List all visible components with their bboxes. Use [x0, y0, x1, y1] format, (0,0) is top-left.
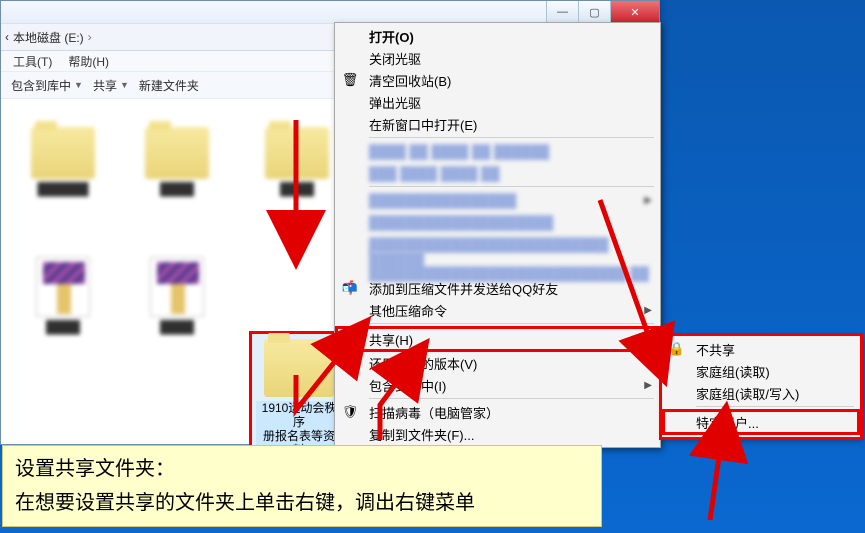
- menu-tools[interactable]: 工具(T): [13, 53, 52, 70]
- folder-icon: [264, 339, 334, 397]
- chevron-down-icon: ▼: [74, 80, 83, 90]
- folder-item[interactable]: ████: [129, 127, 225, 196]
- menu-help[interactable]: 帮助(H): [68, 53, 109, 70]
- breadcrumb-disk[interactable]: 本地磁盘 (E:): [13, 29, 84, 46]
- separator: [696, 406, 854, 407]
- ctx-share[interactable]: 共享(H)▶: [335, 326, 660, 352]
- annotation-line2: 在想要设置共享的文件夹上单击右键，调出右键菜单: [15, 486, 589, 520]
- lock-icon: 🔒: [669, 341, 685, 357]
- ctx-empty-bin[interactable]: 🗑 清空回收站(B): [335, 69, 660, 91]
- chevron-right-icon: ›: [88, 30, 92, 44]
- ctx-blur-2[interactable]: ███ ████ ████ ██: [335, 162, 660, 184]
- context-menu[interactable]: 打开(O) 关闭光驱 🗑 清空回收站(B) 弹出光驱 在新窗口中打开(E) ██…: [334, 22, 661, 448]
- ctx-eject[interactable]: 弹出光驱: [335, 91, 660, 113]
- archive-item[interactable]: ████: [129, 257, 225, 334]
- ctx-new-window[interactable]: 在新窗口中打开(E): [335, 113, 660, 135]
- new-folder-button[interactable]: 新建文件夹: [139, 77, 199, 94]
- chevron-down-icon: ▼: [120, 80, 129, 90]
- ctx-blur-1[interactable]: ████ ██ ████ ██ ██████: [335, 140, 660, 162]
- minimize-button[interactable]: —: [546, 1, 578, 23]
- folder-icon: [265, 127, 329, 179]
- share-submenu[interactable]: 🔒 不共享 家庭组(读取) 家庭组(读取/写入) 特定用户...: [661, 335, 861, 438]
- archive-item[interactable]: ████: [15, 257, 111, 334]
- folder-icon: [145, 127, 209, 179]
- shield-icon: 🛡: [342, 404, 358, 420]
- folder-item[interactable]: ████: [249, 127, 345, 196]
- ctx-blur-4[interactable]: ████████████████████: [335, 211, 660, 233]
- ctx-open[interactable]: 打开(O): [335, 25, 660, 47]
- window-controls: — ▢ ✕: [546, 1, 659, 23]
- breadcrumb[interactable]: ‹ 本地磁盘 (E:) ›: [5, 29, 92, 46]
- folder-item[interactable]: ██████: [15, 127, 111, 196]
- ctx-other-zip[interactable]: 其他压缩命令▶: [335, 299, 660, 321]
- ctx-copy-to[interactable]: 复制到文件夹(F)...: [335, 423, 660, 445]
- qq-mail-icon: 📬: [342, 280, 358, 296]
- sub-noshare[interactable]: 🔒 不共享: [662, 338, 860, 360]
- share-button[interactable]: 共享▼: [93, 77, 129, 94]
- annotation-box: 设置共享文件夹： 在想要设置共享的文件夹上单击右键，调出右键菜单: [2, 445, 602, 527]
- chevron-right-icon: ▶: [644, 380, 652, 391]
- ctx-restore[interactable]: 还原以前的版本(V): [335, 352, 660, 374]
- separator: [369, 137, 654, 138]
- separator: [369, 323, 654, 324]
- ctx-blur-3[interactable]: ████████████████ ▶: [335, 189, 660, 211]
- ctx-scan[interactable]: 🛡 扫描病毒（电脑管家）: [335, 401, 660, 423]
- include-library-button[interactable]: 包含到库中▼: [11, 77, 83, 94]
- sub-hg-rw[interactable]: 家庭组(读取/写入): [662, 382, 860, 404]
- maximize-button[interactable]: ▢: [578, 1, 610, 23]
- ctx-qq-zip[interactable]: 📬 添加到压缩文件并发送给QQ好友: [335, 277, 660, 299]
- folder-icon: [31, 127, 95, 179]
- ctx-blur-6[interactable]: ██████ ████████████████████████████ ██: [335, 255, 660, 277]
- recycle-bin-icon: 🗑: [342, 72, 358, 88]
- titlebar: — ▢ ✕: [1, 1, 659, 23]
- back-arrow-icon[interactable]: ‹: [5, 30, 9, 44]
- archive-icon: [36, 257, 90, 317]
- separator: [369, 398, 654, 399]
- sub-specific-user[interactable]: 特定用户...: [662, 409, 860, 435]
- chevron-right-icon: ▶: [644, 305, 652, 316]
- chevron-right-icon: ▶: [641, 334, 649, 345]
- annotation-line1: 设置共享文件夹：: [15, 452, 589, 486]
- separator: [369, 186, 654, 187]
- ctx-close-drive[interactable]: 关闭光驱: [335, 47, 660, 69]
- archive-icon: [150, 257, 204, 317]
- close-button[interactable]: ✕: [610, 1, 659, 23]
- sub-hg-read[interactable]: 家庭组(读取): [662, 360, 860, 382]
- ctx-include-lib[interactable]: 包含到库中(I)▶: [335, 374, 660, 396]
